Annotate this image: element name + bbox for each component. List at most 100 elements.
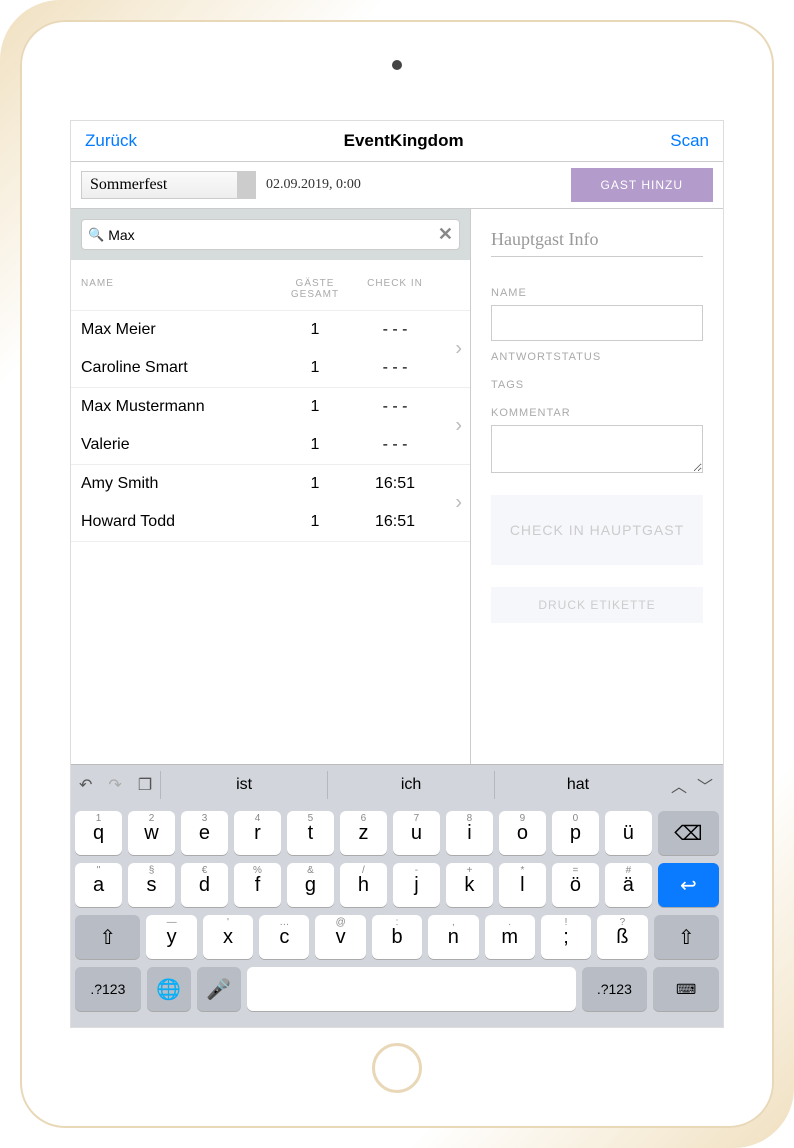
guest-row[interactable]: Howard Todd116:51 [71, 503, 470, 541]
guest-row[interactable]: Amy Smith116:51 [71, 465, 470, 503]
header-name: NAME [81, 278, 280, 300]
key-r[interactable]: 4r [234, 811, 281, 855]
checkin-button[interactable]: CHECK IN HAUPTGAST [491, 495, 703, 565]
key-b[interactable]: :b [372, 915, 422, 959]
chevron-down-icon[interactable]: ﹀ [697, 773, 713, 797]
label-status: ANTWORTSTATUS [491, 351, 703, 363]
key-d[interactable]: €d [181, 863, 228, 907]
key-n[interactable]: ,n [428, 915, 478, 959]
shift-key-left[interactable]: ⇧ [75, 915, 140, 959]
guest-count: 1 [280, 436, 350, 454]
key-ß[interactable]: ?ß [597, 915, 647, 959]
app-title: EventKingdom [344, 131, 464, 151]
key-z[interactable]: 6z [340, 811, 387, 855]
key-ä[interactable]: #ä [605, 863, 652, 907]
guest-count: 1 [280, 475, 350, 493]
key-s[interactable]: §s [128, 863, 175, 907]
event-dropdown[interactable]: Sommerfest [81, 171, 256, 199]
keyboard-rows: 1q2w3e4r5t6z7u8i9o0pü⌫ "a§s€d%f&g/h-j+k*… [71, 805, 723, 1027]
guest-name: Max Mustermann [81, 398, 280, 416]
key-ü[interactable]: ü [605, 811, 652, 855]
redo-icon[interactable]: ↷ [100, 775, 129, 795]
key-t[interactable]: 5t [287, 811, 334, 855]
suggestion-3[interactable]: hat [494, 771, 661, 799]
guest-list-pane: 🔍 ✕ NAME GÄSTE GESAMT CHECK IN Max Meier… [71, 209, 471, 764]
detail-pane: Hauptgast Info NAME ANTWORTSTATUS TAGS K… [471, 209, 723, 764]
key-a[interactable]: "a [75, 863, 122, 907]
guest-list: Max Meier1- - -Caroline Smart1- - -›Max … [71, 311, 470, 542]
key-f[interactable]: %f [234, 863, 281, 907]
chevron-right-icon: › [455, 415, 462, 438]
guest-count: 1 [280, 513, 350, 531]
guest-name: Amy Smith [81, 475, 280, 493]
key-k[interactable]: +k [446, 863, 493, 907]
guest-row[interactable]: Max Meier1- - - [71, 311, 470, 349]
key-u[interactable]: 7u [393, 811, 440, 855]
numbers-key-right[interactable]: .?123 [582, 967, 648, 1011]
suggestion-2[interactable]: ich [327, 771, 494, 799]
print-label-button[interactable]: DRUCK ETIKETTE [491, 587, 703, 623]
key-h[interactable]: /h [340, 863, 387, 907]
guest-row[interactable]: Valerie1- - - [71, 426, 470, 464]
suggestion-1[interactable]: ist [160, 771, 327, 799]
return-key[interactable]: ↩ [658, 863, 719, 907]
chevron-right-icon: › [455, 492, 462, 515]
key-ö[interactable]: =ö [552, 863, 599, 907]
key-y[interactable]: —y [146, 915, 196, 959]
shift-key-right[interactable]: ⇧ [654, 915, 719, 959]
header-guests: GÄSTE GESAMT [280, 278, 350, 300]
search-container: 🔍 ✕ [71, 209, 470, 260]
toolbar: Sommerfest 02.09.2019, 0:00 GAST HINZU [71, 162, 723, 209]
guest-name: Caroline Smart [81, 359, 280, 377]
add-guest-button[interactable]: GAST HINZU [571, 168, 713, 202]
clipboard-icon[interactable]: ❐ [130, 775, 160, 795]
key-o[interactable]: 9o [499, 811, 546, 855]
globe-key[interactable]: 🌐 [147, 967, 191, 1011]
label-name: NAME [491, 287, 703, 299]
comment-input[interactable] [491, 425, 703, 473]
label-comment: KOMMENTAR [491, 407, 703, 419]
guest-row[interactable]: Caroline Smart1- - - [71, 349, 470, 387]
backspace-key[interactable]: ⌫ [658, 811, 719, 855]
hide-keyboard-key[interactable]: ⌨ [653, 967, 719, 1011]
scan-button[interactable]: Scan [670, 131, 709, 151]
search-input[interactable] [108, 227, 438, 243]
clear-icon[interactable]: ✕ [438, 224, 453, 245]
guest-checkin: 16:51 [350, 475, 440, 493]
undo-icon[interactable]: ↶ [71, 775, 100, 795]
keyboard-suggestion-bar: ↶ ↷ ❐ ist ich hat ︿ ﹀ [71, 765, 723, 805]
search-field[interactable]: 🔍 ✕ [81, 219, 460, 250]
home-button[interactable] [372, 1043, 422, 1093]
guest-group[interactable]: Max Mustermann1- - -Valerie1- - -› [71, 388, 470, 465]
key-l[interactable]: *l [499, 863, 546, 907]
header-checkin: CHECK IN [350, 278, 440, 300]
chevron-right-icon: › [455, 338, 462, 361]
key-p[interactable]: 0p [552, 811, 599, 855]
mic-key[interactable]: 🎤 [197, 967, 241, 1011]
guest-count: 1 [280, 359, 350, 377]
guest-name: Max Meier [81, 321, 280, 339]
guest-group[interactable]: Amy Smith116:51Howard Todd116:51› [71, 465, 470, 542]
back-button[interactable]: Zurück [85, 131, 137, 151]
key-c[interactable]: …c [259, 915, 309, 959]
guest-group[interactable]: Max Meier1- - -Caroline Smart1- - -› [71, 311, 470, 388]
key-;[interactable]: !; [541, 915, 591, 959]
guest-row[interactable]: Max Mustermann1- - - [71, 388, 470, 426]
key-g[interactable]: &g [287, 863, 334, 907]
key-v[interactable]: @v [315, 915, 365, 959]
key-m[interactable]: .m [485, 915, 535, 959]
key-x[interactable]: 'x [203, 915, 253, 959]
detail-title: Hauptgast Info [491, 229, 703, 257]
key-e[interactable]: 3e [181, 811, 228, 855]
key-j[interactable]: -j [393, 863, 440, 907]
name-input[interactable] [491, 305, 703, 341]
numbers-key-left[interactable]: .?123 [75, 967, 141, 1011]
space-key[interactable] [247, 967, 576, 1011]
key-q[interactable]: 1q [75, 811, 122, 855]
key-i[interactable]: 8i [446, 811, 493, 855]
search-icon: 🔍 [88, 227, 104, 243]
event-date: 02.09.2019, 0:00 [266, 177, 361, 193]
guest-checkin: - - - [350, 321, 440, 339]
chevron-up-icon[interactable]: ︿ [671, 773, 687, 797]
key-w[interactable]: 2w [128, 811, 175, 855]
